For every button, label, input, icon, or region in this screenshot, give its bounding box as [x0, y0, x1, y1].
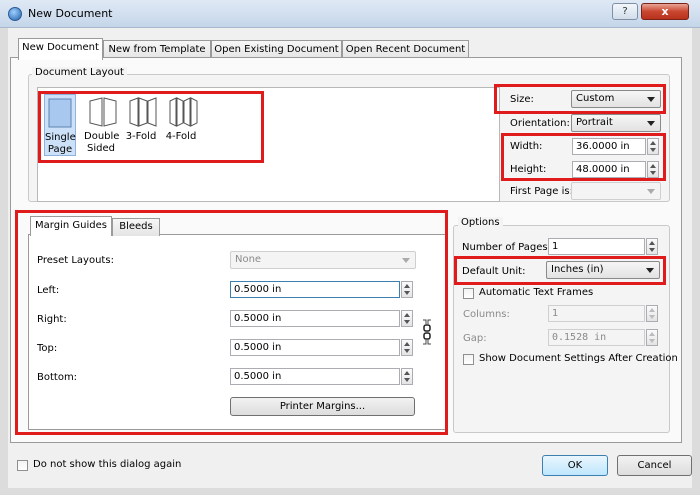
default-unit-label: Default Unit: — [462, 266, 526, 277]
height-input[interactable]: 48.0000 in — [572, 161, 646, 178]
spin-up-icon — [649, 308, 655, 312]
size-select[interactable]: Custom — [571, 90, 661, 108]
orientation-label: Orientation: — [510, 118, 570, 129]
chevron-down-icon — [647, 121, 655, 126]
spin-down-icon — [404, 291, 410, 295]
first-page-select[interactable] — [571, 182, 661, 200]
close-button[interactable]: x — [641, 3, 689, 20]
bottom-margin-label: Bottom: — [37, 372, 78, 383]
preset-layouts-value: None — [235, 254, 262, 265]
layout-label: 3-Fold — [125, 131, 157, 142]
gap-stepper[interactable] — [646, 329, 658, 346]
width-stepper[interactable] — [647, 138, 659, 155]
tab-margin-guides[interactable]: Margin Guides — [30, 216, 112, 236]
left-margin-label: Left: — [37, 285, 60, 296]
four-fold-icon — [169, 97, 198, 127]
right-margin-input[interactable]: 0.5000 in — [230, 310, 400, 327]
layout-label: Double — [84, 131, 120, 142]
show-document-settings-label: Show Document Settings After Creation — [479, 353, 678, 364]
top-margin-stepper[interactable] — [401, 339, 413, 356]
left-margin-input[interactable]: 0.5000 in — [230, 281, 400, 298]
show-document-settings-checkbox[interactable] — [463, 354, 474, 365]
layout-4-fold[interactable]: 4-Fold — [164, 94, 198, 156]
tab-new-document[interactable]: New Document — [18, 38, 103, 60]
spin-up-icon — [649, 241, 655, 245]
gap-label: Gap: — [463, 333, 487, 344]
columns-label: Columns: — [463, 309, 510, 320]
bottom-margin-input[interactable]: 0.5000 in — [230, 368, 400, 385]
layout-3-fold[interactable]: 3-Fold — [125, 94, 157, 156]
spin-down-icon — [650, 148, 656, 152]
left-margin-stepper[interactable] — [401, 281, 413, 298]
document-layout-label: Document Layout — [32, 67, 127, 78]
first-page-label: First Page is: — [510, 186, 573, 197]
options-label: Options — [458, 217, 503, 228]
preset-layouts-select[interactable]: None — [230, 251, 416, 269]
spin-up-icon — [404, 313, 410, 317]
bottom-margin-stepper[interactable] — [401, 368, 413, 385]
size-value: Custom — [576, 93, 615, 104]
number-of-pages-input[interactable]: 1 — [548, 238, 645, 255]
spin-up-icon — [650, 141, 656, 145]
printer-margins-button[interactable]: Printer Margins... — [230, 397, 415, 416]
number-of-pages-stepper[interactable] — [646, 238, 658, 255]
chevron-down-icon — [647, 189, 655, 194]
layout-label: Sided — [87, 143, 115, 154]
chevron-down-icon — [646, 268, 654, 273]
tab-bleeds[interactable]: Bleeds — [112, 218, 160, 236]
top-margin-input[interactable]: 0.5000 in — [230, 339, 400, 356]
layout-double-sided[interactable]: Double Sided — [84, 94, 120, 156]
spin-down-icon — [650, 171, 656, 175]
double-sided-icon — [89, 97, 117, 127]
dont-show-again-checkbox[interactable] — [17, 460, 28, 471]
layout-label: Page — [47, 144, 73, 155]
right-margin-stepper[interactable] — [401, 310, 413, 327]
layout-label: 4-Fold — [165, 131, 197, 142]
automatic-text-frames-label: Automatic Text Frames — [479, 287, 594, 298]
help-button[interactable]: ? — [612, 3, 638, 20]
cancel-button[interactable]: Cancel — [617, 455, 692, 476]
link-margins-chain-icon[interactable] — [422, 318, 432, 348]
orientation-select[interactable]: Portrait — [571, 114, 661, 132]
app-icon — [8, 7, 22, 21]
spin-up-icon — [650, 164, 656, 168]
height-stepper[interactable] — [647, 161, 659, 178]
top-margin-label: Top: — [37, 343, 58, 354]
width-label: Width: — [510, 141, 543, 152]
chevron-down-icon — [647, 97, 655, 102]
dont-show-again-label: Do not show this dialog again — [33, 459, 182, 470]
three-fold-icon — [129, 97, 157, 127]
number-of-pages-label: Number of Pages: — [462, 242, 551, 253]
spin-up-icon — [404, 284, 410, 288]
height-label: Height: — [510, 164, 547, 175]
gap-input[interactable]: 0.1528 in — [548, 329, 645, 346]
spin-down-icon — [404, 378, 410, 382]
orientation-value: Portrait — [576, 117, 613, 128]
automatic-text-frames-checkbox[interactable] — [463, 288, 474, 299]
ok-button[interactable]: OK — [542, 455, 608, 476]
spin-up-icon — [404, 371, 410, 375]
spin-down-icon — [404, 349, 410, 353]
layout-single-page[interactable]: Single Page — [44, 94, 76, 156]
single-page-icon — [48, 98, 72, 128]
size-label: Size: — [510, 94, 534, 105]
columns-stepper[interactable] — [646, 305, 658, 322]
width-input[interactable]: 36.0000 in — [572, 138, 646, 155]
spin-up-icon — [649, 332, 655, 336]
layout-label: Single — [45, 132, 76, 143]
right-margin-label: Right: — [37, 314, 67, 325]
spin-down-icon — [649, 339, 655, 343]
default-unit-value: Inches (in) — [551, 264, 604, 275]
window-title: New Document — [28, 7, 113, 20]
preset-layouts-label: Preset Layouts: — [37, 255, 114, 266]
spin-down-icon — [649, 248, 655, 252]
spin-down-icon — [404, 320, 410, 324]
spin-down-icon — [649, 315, 655, 319]
default-unit-select[interactable]: Inches (in) — [546, 261, 660, 279]
spin-up-icon — [404, 342, 410, 346]
columns-input[interactable]: 1 — [548, 305, 645, 322]
chevron-down-icon — [402, 258, 410, 263]
